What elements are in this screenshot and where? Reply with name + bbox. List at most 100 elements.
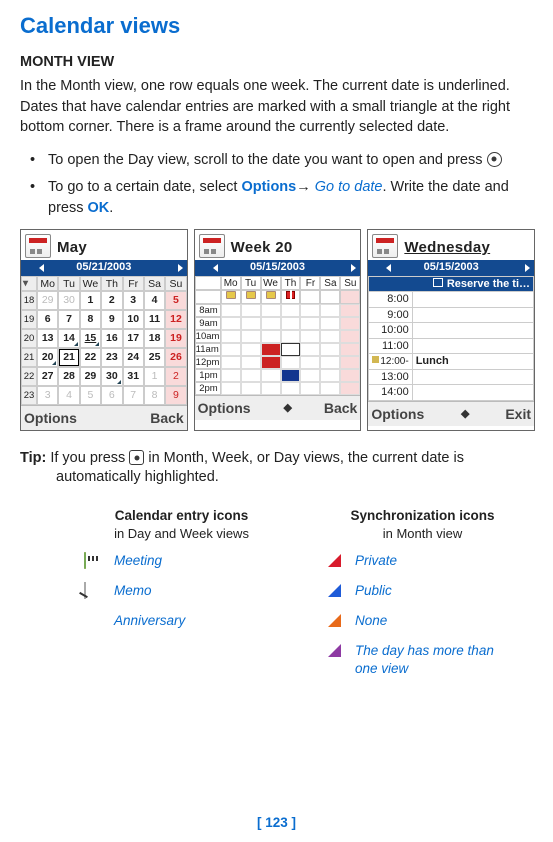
none-label: None	[355, 612, 387, 630]
prev-icon	[213, 264, 218, 272]
cell: 30	[58, 291, 79, 310]
bullet-go-to-date: To go to a certain date, select Options→…	[20, 177, 535, 218]
wk19: 19	[21, 310, 37, 329]
meeting-row: Meeting	[84, 552, 279, 570]
cell: 3	[37, 386, 58, 405]
signal-icon: ▾	[23, 277, 28, 290]
t1400: 14:00	[369, 385, 412, 401]
anniversary-row: Anniversary	[84, 612, 279, 630]
multi-row: The day has more than one view	[325, 642, 520, 678]
day-su: Su	[165, 276, 186, 291]
cell: 20	[37, 348, 58, 367]
bullet1-text: To open the Day view, scroll to the date…	[48, 152, 487, 168]
memo-icon	[246, 291, 256, 299]
cell: 7	[123, 386, 144, 405]
cell: 16	[101, 329, 122, 348]
softkey-exit[interactable]: Exit	[505, 405, 531, 423]
icon-legend: Calendar entry icons in Day and Week vie…	[20, 507, 535, 689]
bullet2-c: →	[296, 179, 315, 195]
month-title: May	[57, 238, 87, 258]
week-datebar: 05/15/2003	[195, 260, 361, 276]
goto-date-label: Go to date	[315, 179, 383, 195]
softkey-options[interactable]: Options	[371, 405, 424, 423]
calendar-icon	[25, 234, 51, 258]
week-screen: Week 20 05/15/2003 Mo Tu We Th Fr Sa Su …	[194, 229, 362, 431]
cell: 17	[123, 329, 144, 348]
reserve-entry: Reserve the ti…	[447, 278, 530, 290]
cell: 6	[37, 310, 58, 329]
cell: 6	[101, 386, 122, 405]
softkey-options[interactable]: Options	[198, 399, 251, 417]
day-fr: Fr	[123, 276, 144, 291]
day-date: 05/15/2003	[424, 260, 479, 275]
cell: 1	[80, 291, 101, 310]
tip-paragraph: Tip: If you press in Month, Week, or Day…	[20, 449, 535, 487]
cell: 11	[144, 310, 165, 329]
memo-icon	[226, 291, 236, 299]
cell: 22	[80, 348, 101, 367]
intro-paragraph: In the Month view, one row equals one we…	[20, 76, 535, 138]
next-icon	[351, 264, 356, 272]
cell-selected: 21	[58, 348, 79, 367]
nav-icon: ◆	[283, 401, 290, 416]
t900: 9:00	[369, 307, 412, 323]
cell: 31	[123, 367, 144, 386]
prev-icon	[39, 264, 44, 272]
next-icon	[178, 264, 183, 272]
w-su: Su	[340, 276, 360, 290]
softkey-options[interactable]: Options	[24, 409, 77, 427]
wk18: 18	[21, 291, 37, 310]
page-heading: Calendar views	[20, 11, 535, 40]
lunch-entry: Lunch	[412, 354, 533, 370]
meeting-icon	[372, 356, 379, 363]
tip-a: If you press	[46, 450, 129, 466]
t1000: 10:00	[369, 323, 412, 339]
cell: 27	[37, 367, 58, 386]
week-title: Week 20	[231, 238, 293, 258]
cell: 4	[144, 291, 165, 310]
hr9: 9am	[195, 317, 221, 330]
week-grid: Mo Tu We Th Fr Sa Su 8am 9am 10am 11am 1…	[195, 276, 361, 395]
bullet2-a: To go to a certain date, select	[48, 179, 241, 195]
hr1: 1pm	[195, 369, 221, 382]
anniversary-label: Anniversary	[114, 612, 185, 630]
hr2: 2pm	[195, 382, 221, 395]
cell: 2	[101, 291, 122, 310]
w-we: We	[261, 276, 281, 290]
cell: 29	[37, 291, 58, 310]
t1300: 13:00	[369, 369, 412, 385]
cell: 23	[101, 348, 122, 367]
page-number: [ 123 ]	[0, 814, 553, 832]
memo-icon	[266, 291, 276, 299]
softkey-back[interactable]: Back	[324, 399, 357, 417]
private-row: Private	[325, 552, 520, 570]
meeting-icon	[84, 552, 86, 569]
cell: 9	[165, 386, 186, 405]
month-date: 05/21/2003	[76, 260, 131, 275]
month-screen: May ▾ 05/21/2003 Mo Tu We Th Fr Sa Su 18…	[20, 229, 188, 431]
t800: 8:00	[369, 292, 412, 308]
hr12: 12pm	[195, 356, 221, 369]
event-selected	[281, 343, 301, 356]
hr8: 8am	[195, 304, 221, 317]
day-mo: Mo	[37, 276, 58, 291]
sync-icons-sub: in Month view	[325, 525, 520, 542]
cell: 28	[58, 367, 79, 386]
w-sa: Sa	[320, 276, 340, 290]
cell: 14	[58, 329, 79, 348]
next-icon	[525, 264, 530, 272]
ok-label: OK	[88, 200, 110, 216]
softkey-back[interactable]: Back	[150, 409, 183, 427]
month-view-heading: MONTH VIEW	[20, 53, 535, 72]
event-blue	[281, 369, 301, 382]
select-key-icon	[487, 152, 502, 167]
day-tu: Tu	[58, 276, 79, 291]
public-icon	[328, 584, 341, 597]
cell: 19	[165, 329, 186, 348]
cell: 26	[165, 348, 186, 367]
public-label: Public	[355, 582, 392, 600]
cell: 1	[144, 367, 165, 386]
tip-label: Tip:	[20, 450, 46, 466]
bullet-open-day: To open the Day view, scroll to the date…	[20, 150, 535, 171]
cell: 5	[80, 386, 101, 405]
